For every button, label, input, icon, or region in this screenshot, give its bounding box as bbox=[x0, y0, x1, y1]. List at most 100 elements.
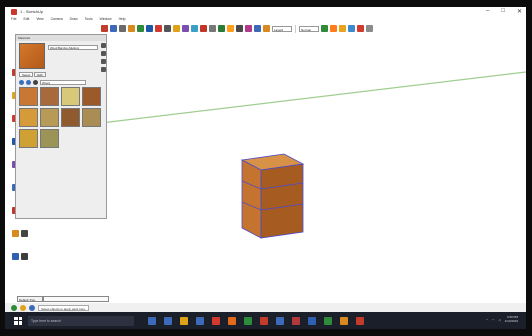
toolbar-tool-icon[interactable] bbox=[155, 25, 162, 32]
toolbar-tool-icon[interactable] bbox=[200, 25, 207, 32]
toolbar-tool-icon[interactable] bbox=[209, 25, 216, 32]
material-swatch[interactable] bbox=[19, 87, 38, 106]
clock[interactable]: 4:50 PM 1/10/2019 bbox=[504, 315, 518, 323]
material-swatch[interactable] bbox=[82, 108, 101, 127]
taskbar-app-icon[interactable] bbox=[324, 316, 332, 325]
taskbar-app-icon[interactable] bbox=[148, 316, 156, 325]
layer-select[interactable]: Layer0 bbox=[272, 25, 292, 32]
arrow-icon[interactable] bbox=[101, 59, 106, 64]
forward-icon[interactable] bbox=[26, 79, 31, 85]
toolbar-tool-icon[interactable] bbox=[339, 25, 346, 32]
style-select[interactable]: Normal bbox=[299, 25, 319, 32]
taskbar-app-icon[interactable] bbox=[340, 316, 348, 325]
material-preview bbox=[19, 43, 45, 69]
menu-view[interactable]: View bbox=[36, 17, 43, 21]
window-controls: – □ ✕ bbox=[486, 8, 522, 15]
materials-panel: Materials Wood Bamboo Medium Select Edit… bbox=[15, 34, 107, 219]
tab-edit[interactable]: Edit bbox=[34, 72, 46, 77]
toolbar-tool-icon[interactable] bbox=[137, 25, 144, 32]
toolbar-tool-icon[interactable] bbox=[119, 25, 126, 32]
gear-icon[interactable] bbox=[101, 67, 106, 72]
credits-icon[interactable] bbox=[20, 304, 26, 311]
cabinet-model[interactable] bbox=[240, 153, 305, 239]
taskbar-app-icon[interactable] bbox=[180, 316, 188, 325]
photo-frame: 1 - SketchUp – □ ✕ File Edit View Camera… bbox=[0, 0, 532, 336]
tray-tab[interactable]: Default Tray bbox=[17, 296, 43, 302]
menu-camera[interactable]: Camera bbox=[51, 17, 63, 21]
toolbar-tool-icon[interactable] bbox=[245, 25, 252, 32]
toolbar-tool-icon[interactable] bbox=[227, 25, 234, 32]
toolbar-tool-icon[interactable] bbox=[366, 25, 373, 32]
toolbar-tool-icon[interactable] bbox=[110, 25, 117, 32]
taskbar-search-input[interactable]: Type here to search bbox=[28, 315, 134, 326]
taskbar-app-icon[interactable] bbox=[164, 316, 172, 325]
toolbar-tool-icon[interactable] bbox=[128, 25, 135, 32]
material-swatch[interactable] bbox=[40, 108, 59, 127]
back-icon[interactable] bbox=[19, 79, 24, 85]
library-select[interactable]: Wood bbox=[40, 79, 86, 85]
toolbar-tool-icon[interactable] bbox=[348, 25, 355, 32]
main-toolbar: Layer0 Normal bbox=[101, 23, 526, 34]
tab-select[interactable]: Select bbox=[19, 72, 34, 77]
clock-date: 1/10/2019 bbox=[504, 318, 518, 323]
pencil-icon[interactable] bbox=[101, 51, 106, 56]
toolbar-tool-icon[interactable] bbox=[218, 25, 225, 32]
speaker-icon[interactable]: ◁ bbox=[498, 318, 500, 322]
toolbar-tool-icon[interactable] bbox=[330, 25, 337, 32]
taskbar-app-icon[interactable] bbox=[308, 316, 316, 325]
maximize-button[interactable]: □ bbox=[501, 8, 505, 15]
material-swatch[interactable] bbox=[40, 129, 59, 148]
taskbar-app-icon[interactable] bbox=[196, 316, 204, 325]
material-swatch[interactable] bbox=[61, 87, 80, 106]
taskbar-app-icon[interactable] bbox=[292, 316, 300, 325]
menu-file[interactable]: File bbox=[11, 17, 16, 21]
wifi-icon[interactable]: ◠ bbox=[492, 318, 495, 322]
taskbar-app-icon[interactable] bbox=[228, 316, 236, 325]
material-swatch[interactable] bbox=[19, 108, 38, 127]
material-swatch[interactable] bbox=[61, 108, 80, 127]
tool-icon[interactable] bbox=[12, 230, 19, 237]
menu-window[interactable]: Window bbox=[100, 17, 112, 21]
toolbar-tool-icon[interactable] bbox=[263, 25, 270, 32]
materials-tabs: Select Edit bbox=[19, 72, 46, 77]
menu-draw[interactable]: Draw bbox=[70, 17, 78, 21]
taskbar-app-icon[interactable] bbox=[244, 316, 252, 325]
tool-icon[interactable] bbox=[12, 253, 19, 260]
chevron-up-icon[interactable]: ^ bbox=[486, 318, 487, 322]
material-swatch[interactable] bbox=[40, 87, 59, 106]
house-icon[interactable] bbox=[101, 43, 106, 48]
close-button[interactable]: ✕ bbox=[517, 8, 522, 15]
tool-icon[interactable] bbox=[21, 253, 28, 260]
geo-location-icon[interactable] bbox=[11, 304, 17, 311]
taskbar-app-icon[interactable] bbox=[356, 316, 364, 325]
toolbar-tool-icon[interactable] bbox=[191, 25, 198, 32]
menu-help[interactable]: Help bbox=[119, 17, 126, 21]
toolbar-tool-icon[interactable] bbox=[146, 25, 153, 32]
material-swatch[interactable] bbox=[19, 129, 38, 148]
home-icon[interactable] bbox=[33, 79, 38, 85]
toolbar-tool-icon[interactable] bbox=[254, 25, 261, 32]
toolbar-tool-icon[interactable] bbox=[357, 25, 364, 32]
material-name-field[interactable]: Wood Bamboo Medium bbox=[48, 45, 98, 50]
materials-panel-header: Materials bbox=[16, 35, 106, 41]
toolbar-tool-icon[interactable] bbox=[236, 25, 243, 32]
toolbar-tool-icon[interactable] bbox=[182, 25, 189, 32]
toolbar-tool-icon[interactable] bbox=[321, 25, 328, 32]
cube-right-face bbox=[260, 163, 304, 239]
taskbar-app-icon[interactable] bbox=[212, 316, 220, 325]
menu-edit[interactable]: Edit bbox=[23, 17, 29, 21]
windows-start-icon[interactable] bbox=[14, 316, 22, 325]
toolbar-tool-icon[interactable] bbox=[173, 25, 180, 32]
title-bar: 1 - SketchUp – □ ✕ bbox=[5, 7, 526, 16]
taskbar-app-icon[interactable] bbox=[260, 316, 268, 325]
material-swatch[interactable] bbox=[82, 87, 101, 106]
green-axis-line bbox=[100, 71, 526, 124]
tool-icon[interactable] bbox=[21, 230, 28, 237]
status-message: Select objects to apply paint here. bbox=[38, 304, 90, 311]
user-icon[interactable] bbox=[29, 304, 35, 311]
taskbar-app-icon[interactable] bbox=[276, 316, 284, 325]
minimize-button[interactable]: – bbox=[486, 8, 489, 15]
toolbar-tool-icon[interactable] bbox=[101, 25, 108, 32]
menu-tools[interactable]: Tools bbox=[85, 17, 93, 21]
toolbar-tool-icon[interactable] bbox=[164, 25, 171, 32]
